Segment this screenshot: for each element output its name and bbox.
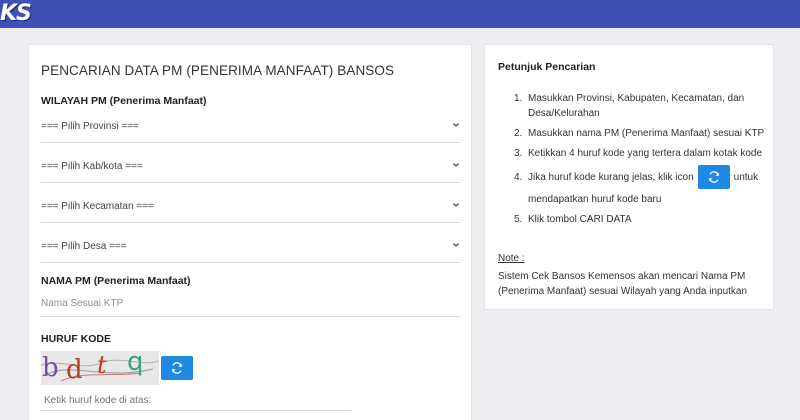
- list-item: 2. Masukkan nama PM (Penerima Manfaat) s…: [498, 126, 768, 141]
- help-steps-list: 1. Masukkan Provinsi, Kabupaten, Kecamat…: [498, 91, 768, 232]
- captcha-char-1: b: [42, 353, 59, 383]
- chevron-down-icon: [453, 243, 459, 247]
- help-card: Petunjuk Pencarian 1. Masukkan Provinsi,…: [484, 44, 774, 310]
- step-number: 5.: [514, 214, 523, 225]
- list-item: 1. Masukkan Provinsi, Kabupaten, Kecamat…: [498, 91, 768, 121]
- refresh-icon: [708, 171, 719, 183]
- step-text: Ketikkan 4 huruf kode yang tertera dalam…: [528, 148, 763, 159]
- refresh-icon: [171, 362, 183, 374]
- site-logo[interactable]: KS: [0, 1, 32, 26]
- chevron-down-icon: [453, 163, 459, 167]
- form-title: PENCARIAN DATA PM (PENERIMA MANFAAT) BAN…: [41, 63, 395, 78]
- step-text: Klik tombol CARI DATA: [528, 214, 632, 225]
- step-text: Masukkan nama PM (Penerima Manfaat) sesu…: [528, 128, 765, 139]
- help-title: Petunjuk Pencarian: [498, 61, 596, 73]
- kode-label: HURUF KODE: [41, 333, 111, 345]
- kabkota-select-value: === Pilih Kab/kota ===: [41, 161, 143, 172]
- chevron-down-icon: [453, 203, 459, 207]
- step-text-continued: mendapatkan huruf kode baru: [528, 194, 662, 205]
- captcha-char-3: t: [97, 351, 107, 379]
- step-number: 1.: [514, 93, 523, 104]
- wilayah-label: WILAYAH PM (Penerima Manfaat): [41, 95, 207, 107]
- refresh-captcha-button[interactable]: [161, 356, 193, 380]
- kabkota-select[interactable]: === Pilih Kab/kota ===: [41, 151, 461, 183]
- kecamatan-select-value: === Pilih Kecamatan ===: [41, 201, 154, 212]
- provinsi-select-value: === Pilih Provinsi ===: [41, 121, 139, 132]
- search-form-card: PENCARIAN DATA PM (PENERIMA MANFAAT) BAN…: [28, 44, 472, 420]
- list-item: 4. Jika huruf kode kurang jelas, klik ic…: [498, 165, 768, 207]
- desa-select[interactable]: === Pilih Desa ===: [41, 231, 461, 263]
- kode-input[interactable]: [41, 391, 351, 411]
- chevron-down-icon: [453, 123, 459, 127]
- top-navbar: KS: [0, 0, 800, 28]
- captcha-image: b d t q: [41, 351, 159, 385]
- kecamatan-select[interactable]: === Pilih Kecamatan ===: [41, 191, 461, 223]
- refresh-icon-example-button[interactable]: [697, 165, 730, 189]
- captcha-char-4: q: [127, 351, 144, 377]
- step-number: 4.: [514, 172, 523, 183]
- list-item: 3. Ketikkan 4 huruf kode yang tertera da…: [498, 146, 768, 161]
- nama-input[interactable]: [41, 291, 461, 317]
- step-number: 3.: [514, 148, 523, 159]
- step-text-suffix: untuk: [733, 171, 759, 183]
- step-text: Masukkan Provinsi, Kabupaten, Kecamatan,…: [528, 93, 745, 119]
- desa-select-value: === Pilih Desa ===: [41, 241, 127, 252]
- captcha-char-2: d: [66, 355, 83, 385]
- nama-label: NAMA PM (Penerima Manfaat): [41, 275, 191, 287]
- note-text: Sistem Cek Bansos Kemensos akan mencari …: [498, 271, 748, 297]
- step-number: 2.: [514, 128, 523, 139]
- provinsi-select[interactable]: === Pilih Provinsi ===: [41, 111, 461, 143]
- step-text: Jika huruf kode kurang jelas, klik icon: [528, 171, 694, 183]
- note-label: Note :: [498, 253, 525, 264]
- list-item: 5. Klik tombol CARI DATA: [498, 212, 768, 227]
